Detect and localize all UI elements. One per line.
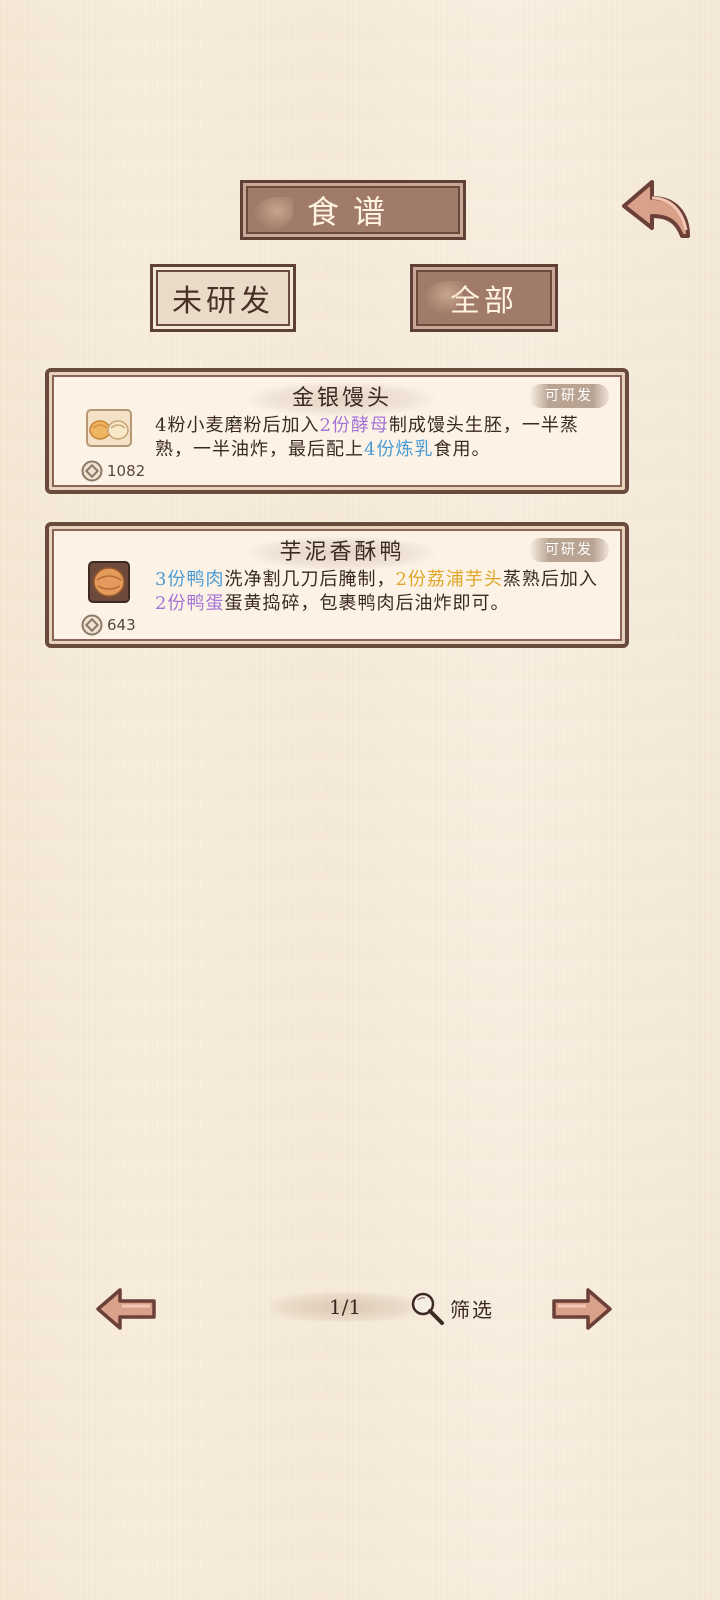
tab-undeveloped[interactable]: 未研发 (150, 264, 296, 332)
ingredient-taro: 2份荔浦芋头 (395, 569, 503, 590)
back-arrow-icon[interactable] (618, 176, 690, 244)
status-badge: 可研发 (529, 538, 609, 562)
desc-text: 洗净割几刀后腌制， (224, 569, 396, 590)
magnifier-icon[interactable] (408, 1290, 448, 1326)
steamed-bun-icon (86, 409, 132, 447)
paper-background (0, 0, 720, 1600)
recipe-name: 金银馒头 (249, 382, 435, 416)
ingredient-condensed-milk: 4份炼乳 (364, 439, 434, 460)
recipe-card[interactable]: 芋泥香酥鸭 可研发 643 3份鸭肉洗净割几刀后腌制，2份荔浦芋头蒸熟后加入 2份… (45, 522, 629, 648)
tab-undeveloped-label: 未研发 (172, 284, 274, 319)
tab-all[interactable]: 全部 (410, 264, 558, 332)
crispy-duck-icon (88, 561, 130, 603)
desc-text: 蛋黄捣碎，包裹鸭肉后油炸即可。 (224, 593, 510, 614)
desc-text: 蒸熟后加入 (502, 569, 598, 590)
coin-icon (81, 614, 103, 636)
recipe-description: 4粉小麦磨粉后加入2份酵母制成馒头生胚，一半蒸熟，一半油炸，最后配上4份炼乳食用… (155, 414, 609, 462)
page-title: 食谱 (240, 180, 466, 240)
recipe-description: 3份鸭肉洗净割几刀后腌制，2份荔浦芋头蒸熟后加入 2份鸭蛋蛋黄捣碎，包裹鸭肉后油炸… (155, 568, 609, 616)
status-badge: 可研发 (529, 384, 609, 408)
prev-page-arrow-icon[interactable] (94, 1286, 158, 1332)
ingredient-duck-egg: 2份鸭蛋 (155, 593, 225, 614)
recipe-price: 643 (107, 616, 136, 634)
page-indicator: 1/1 (270, 1292, 420, 1322)
filter-button[interactable]: 筛选 (450, 1294, 494, 1323)
ingredient-duck-meat: 3份鸭肉 (155, 569, 225, 590)
recipe-card[interactable]: 金银馒头 可研发 1082 4粉小麦磨粉后加入2份酵母制成馒头生胚，一半蒸熟，一… (45, 368, 629, 494)
desc-text: 食用。 (433, 439, 491, 460)
leaf-decoration (253, 197, 293, 231)
ingredient-yeast: 2份酵母 (319, 415, 389, 436)
desc-text: 4粉小麦磨粉后加入 (155, 415, 320, 436)
coin-icon (81, 460, 103, 482)
recipe-name: 芋泥香酥鸭 (249, 536, 435, 570)
next-page-arrow-icon[interactable] (550, 1286, 614, 1332)
recipe-price: 1082 (107, 462, 146, 480)
page-title-text: 食谱 (306, 193, 399, 231)
